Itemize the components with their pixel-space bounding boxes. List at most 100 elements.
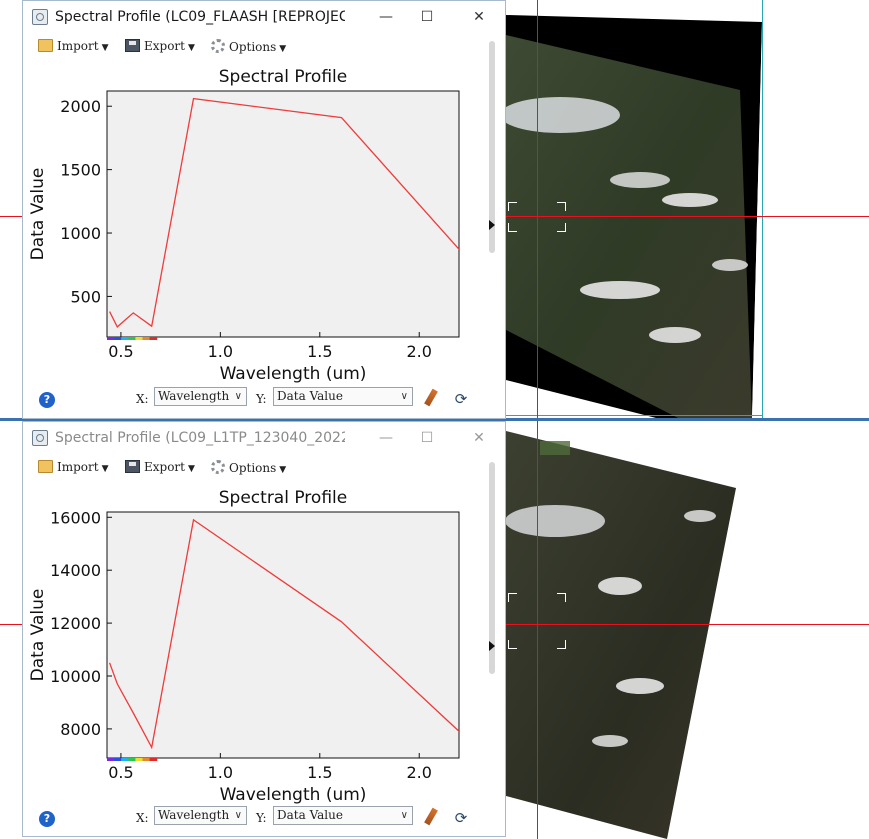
close-button[interactable]: ✕: [464, 426, 494, 450]
help-icon[interactable]: ?: [39, 811, 55, 827]
x-tick-label: 1.5: [307, 342, 332, 361]
y-select-value: Data Value: [277, 808, 343, 822]
y-tick-label: 1500: [60, 161, 101, 180]
x-tick-label: 0.5: [108, 763, 133, 782]
app-icon: [32, 9, 48, 25]
spectrum-bar-segment: [149, 337, 158, 340]
help-icon[interactable]: ?: [39, 392, 55, 408]
chevron-down-icon: ∨: [400, 391, 408, 402]
spectral-plot[interactable]: 0.5 1.0 1.5 2.0 500 1000 1500 2000 Wavelength (u…: [23, 57, 489, 387]
plot-controls: ? X: Wavelength ∨ Y: Data Value ∨ ⟳: [23, 386, 505, 412]
y-tick-label: 8000: [60, 720, 101, 739]
y-tick-label: 1000: [60, 224, 101, 243]
spectral-profile-window[interactable]: Spectral Profile (LC09_L1TP_123040_20220…: [22, 421, 506, 837]
spectrum-bar-segment: [121, 758, 129, 761]
options-label: Options: [229, 461, 277, 475]
chevron-down-icon: ∨: [400, 810, 408, 821]
spectrum-bar-segment: [114, 758, 122, 761]
maximize-button[interactable]: ☐: [412, 426, 442, 450]
import-menu[interactable]: Import ▼: [38, 460, 109, 478]
window-titlebar[interactable]: Spectral Profile (LC09_FLAASH [REPROJECT…: [23, 1, 505, 33]
x-tick-label: 2.0: [406, 342, 431, 361]
x-axis-label: X:: [136, 392, 149, 406]
window-title: Spectral Profile (LC09_L1TP_123040_20220…: [55, 430, 345, 446]
spectrum-bar-segment: [128, 758, 136, 761]
x-select-value: Wavelength: [158, 808, 230, 822]
plot-controls: ? X: Wavelength ∨ Y: Data Value ∨ ⟳: [23, 805, 505, 831]
chevron-down-icon: ▼: [188, 43, 195, 53]
import-label: Import: [57, 39, 99, 53]
minimize-button[interactable]: —: [371, 5, 401, 29]
x-tick-label: 1.5: [307, 763, 332, 782]
toolbar: Import ▼ Export ▼ Options ▼: [23, 35, 493, 59]
y-axis-title: Data Value: [28, 168, 48, 261]
brush-icon[interactable]: [424, 388, 438, 407]
save-icon: [125, 39, 140, 52]
x-axis-title: Wavelength (um): [220, 364, 367, 384]
chevron-down-icon: ▼: [101, 43, 109, 53]
refresh-icon[interactable]: ⟳: [453, 391, 469, 407]
refresh-icon[interactable]: ⟳: [453, 810, 469, 826]
x-axis-label: X:: [136, 811, 149, 825]
y-axis-label: Y:: [256, 392, 267, 406]
window-titlebar[interactable]: Spectral Profile (LC09_L1TP_123040_20220…: [23, 422, 505, 454]
y-axis-select[interactable]: Data Value ∨: [273, 387, 413, 406]
spectrum-bar-segment: [135, 758, 144, 761]
export-menu[interactable]: Export ▼: [125, 39, 195, 57]
options-menu[interactable]: Options ▼: [211, 460, 286, 478]
plot-area: [107, 91, 459, 337]
folder-icon: [38, 39, 53, 52]
x-tick-label: 2.0: [406, 763, 431, 782]
x-tick-label: 1.0: [208, 342, 233, 361]
x-axis-select[interactable]: Wavelength ∨: [154, 806, 247, 825]
export-label: Export: [144, 39, 185, 53]
folder-icon: [38, 460, 53, 473]
panel-arrow-icon[interactable]: [489, 641, 495, 651]
y-tick-label: 10000: [50, 667, 101, 686]
minimize-button[interactable]: —: [371, 426, 401, 450]
spectrum-bar-segment: [107, 337, 115, 340]
maximize-button[interactable]: ☐: [412, 5, 442, 29]
gear-icon: [211, 460, 225, 474]
spectrum-bar-segment: [149, 758, 158, 761]
y-tick-label: 12000: [50, 614, 101, 633]
chevron-down-icon: ∨: [234, 810, 242, 821]
watermark: CSDN @暮WIT: [779, 815, 857, 828]
spectral-profile-window[interactable]: Spectral Profile (LC09_FLAASH [REPROJECT…: [22, 0, 506, 419]
export-menu[interactable]: Export ▼: [125, 460, 195, 478]
spectral-plot[interactable]: 0.5 1.0 1.5 2.0 8000 10000 12000 14000 16000 Wave…: [23, 478, 489, 808]
chevron-down-icon: ▼: [279, 44, 287, 54]
close-button[interactable]: ✕: [464, 5, 494, 29]
brush-icon[interactable]: [424, 807, 438, 826]
x-tick-label: 0.5: [108, 342, 133, 361]
x-select-value: Wavelength: [158, 389, 230, 403]
options-label: Options: [229, 40, 277, 54]
pixel-selector-bottom[interactable]: [508, 593, 566, 649]
spectrum-bar-segment: [135, 337, 144, 340]
spectrum-bar-segment: [128, 337, 136, 340]
export-label: Export: [144, 460, 185, 474]
panel-arrow-icon[interactable]: [489, 220, 495, 230]
x-axis-title: Wavelength (um): [220, 785, 367, 805]
y-select-value: Data Value: [277, 389, 343, 403]
y-tick-label: 500: [70, 287, 101, 306]
chevron-down-icon: ▼: [188, 464, 195, 474]
save-icon: [125, 460, 140, 473]
y-tick-label: 14000: [50, 561, 101, 580]
plot-area: [107, 512, 459, 758]
app-icon: [32, 430, 48, 446]
import-menu[interactable]: Import ▼: [38, 39, 109, 57]
import-label: Import: [57, 460, 99, 474]
gear-icon: [211, 39, 225, 53]
spectrum-bar-segment: [121, 337, 129, 340]
y-tick-label: 16000: [50, 508, 101, 527]
y-axis-title: Data Value: [28, 589, 48, 682]
x-axis-select[interactable]: Wavelength ∨: [154, 387, 247, 406]
pixel-selector-top[interactable]: [508, 202, 566, 232]
y-axis-select[interactable]: Data Value ∨: [273, 806, 413, 825]
window-title: Spectral Profile (LC09_FLAASH [REPROJECT…: [55, 9, 345, 25]
options-menu[interactable]: Options ▼: [211, 39, 286, 57]
chevron-down-icon: ▼: [279, 465, 287, 475]
spectrum-bar-segment: [114, 337, 122, 340]
y-axis-label: Y:: [256, 811, 267, 825]
